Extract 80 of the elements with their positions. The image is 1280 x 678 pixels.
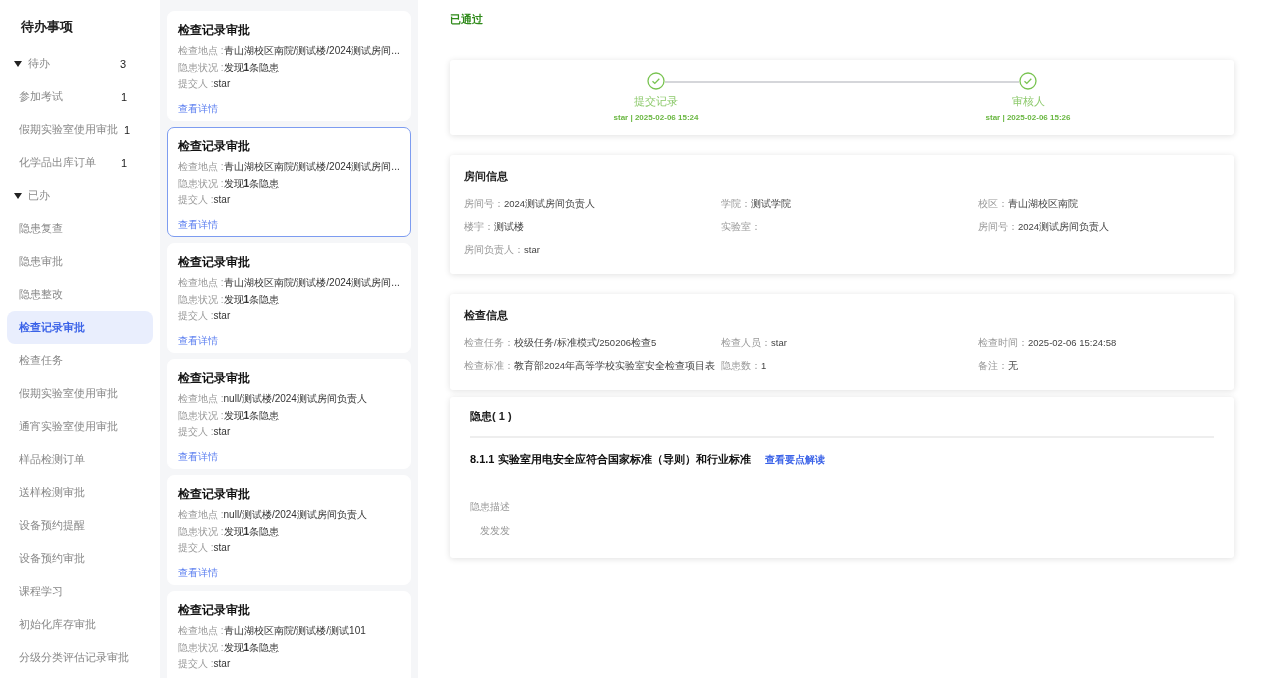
card-title: 检查记录审批 (178, 254, 251, 271)
card-field: 检查地点 :null/测试楼/2024测试房间负责人 (178, 507, 400, 524)
card-title: 检查记录审批 (178, 138, 251, 155)
card-title: 检查记录审批 (178, 602, 251, 619)
step-title: 提交记录 (634, 94, 678, 109)
card-field: 隐患状况 :发现1条隐患 (178, 639, 400, 656)
record-card[interactable]: 检查记录审批 检查地点 :null/测试楼/2024测试房间负责人 隐患状况 :发现1条隐患 提交人 :star 查看详情 (167, 359, 411, 469)
sidebar-item[interactable]: 隐患整改 (7, 278, 153, 311)
sidebar-item[interactable]: 送样检测审批 (7, 476, 153, 509)
card-field: 提交人 :star (178, 308, 400, 325)
card-field: 隐患状况 :发现1条隐患 (178, 407, 400, 424)
info-field: 检查标准：教育部2024年高等学校实验室安全检查项目表 (464, 358, 721, 374)
sidebar-item[interactable]: 假期实验室使用审批 (7, 377, 153, 410)
details-link[interactable]: 查看详情 (178, 565, 218, 580)
sidebar-item[interactable]: 通宵实验室使用审批 (7, 410, 153, 443)
group-header[interactable]: 已办 (0, 179, 160, 212)
sidebar-item[interactable]: 检查任务 (7, 344, 153, 377)
sidebar-item[interactable]: 样品检测订单 (7, 443, 153, 476)
card-title: 检查记录审批 (178, 22, 251, 39)
info-field: 备注：无 (978, 358, 1220, 374)
info-field: 检查人员：star (721, 335, 978, 351)
card-title: 检查记录审批 (178, 486, 251, 503)
sidebar-item[interactable]: 初始化库存审批 (7, 608, 153, 641)
details-link[interactable]: 查看详情 (178, 333, 218, 348)
card-title: 检查记录审批 (178, 370, 251, 387)
card-field: 提交人 :star (178, 656, 400, 673)
card-field: 检查地点 :null/测试楼/2024测试房间负责人 (178, 391, 400, 408)
sidebar-item[interactable]: 课程学习 (7, 575, 153, 608)
sidebar-item[interactable]: 设备预约审批 (7, 542, 153, 575)
info-field: 检查任务：校级任务/标准模式/250206检查5 (464, 335, 721, 351)
panel-title: 隐患( 1 ) (470, 397, 1214, 438)
sidebar-item[interactable]: 假期实验室使用审批 1 (7, 113, 153, 146)
card-field: 检查地点 :青山湖校区南院/测试楼/2024测试房间... (178, 43, 400, 60)
info-field: 房间号：2024测试房间负责人 (978, 219, 1220, 235)
card-field: 检查地点 :青山湖校区南院/测试楼/测试101 (178, 623, 400, 640)
record-card[interactable]: 检查记录审批 检查地点 :null/测试楼/2024测试房间负责人 隐患状况 :发现1条隐患 提交人 :star 查看详情 (167, 475, 411, 585)
sidebar-item[interactable]: 化学品出库订单 1 (7, 146, 153, 179)
panel-title: 房间信息 (463, 169, 509, 184)
card-field: 提交人 :star (178, 540, 400, 557)
sidebar-item[interactable]: 分级分类评估记录审批 (7, 641, 153, 674)
card-field: 提交人 :star (178, 192, 400, 209)
info-field: 检查时间：2025-02-06 15:24:58 (978, 335, 1220, 351)
info-field: 学院：测试学院 (721, 196, 978, 212)
card-field: 检查地点 :青山湖校区南院/测试楼/2024测试房间... (178, 159, 400, 176)
sidebar-title: 待办事项 (20, 18, 74, 36)
description-text: 发发发 (480, 524, 511, 538)
details-link[interactable]: 查看详情 (178, 101, 218, 116)
info-field: 校区：青山湖校区南院 (978, 196, 1220, 212)
details-link[interactable]: 查看详情 (178, 449, 218, 464)
info-field: 房间负责人：star (464, 242, 721, 258)
step-title: 审核人 (1011, 94, 1045, 109)
card-field: 检查地点 :青山湖校区南院/测试楼/2024测试房间... (178, 275, 400, 292)
sidebar-item[interactable]: 设备预约提醒 (7, 509, 153, 542)
info-field: 实验室： (721, 219, 978, 235)
sidebar-item[interactable]: 隐患复查 (7, 212, 153, 245)
record-card[interactable]: 检查记录审批 检查地点 :青山湖校区南院/测试楼/2024测试房间... 隐患状况 :发现1条隐患 提交人 :star 查看详情 (167, 243, 411, 353)
panel-title: 检查信息 (463, 308, 509, 323)
record-card[interactable]: 检查记录审批 检查地点 :青山湖校区南院/测试楼/2024测试房间... 隐患状况 :发现1条隐患 提交人 :star 查看详情 (167, 127, 411, 237)
guide-link[interactable]: 查看要点解读 (764, 452, 825, 467)
card-field: 提交人 :star (178, 424, 400, 441)
card-field: 隐患状况 :发现1条隐患 (178, 59, 400, 76)
group-header[interactable]: 待办 3 (0, 47, 160, 80)
card-field: 提交人 :star (178, 76, 400, 93)
info-field: 楼宇：测试楼 (464, 219, 721, 235)
info-field: 隐患数：1 (721, 358, 978, 374)
status-label: 已通过 (450, 12, 484, 27)
info-field: 房间号：2024测试房间负责人 (464, 196, 721, 212)
card-field: 隐患状况 :发现1条隐患 (178, 523, 400, 540)
details-link[interactable]: 查看详情 (178, 217, 218, 232)
step-detail: star | 2025-02-06 15:26 (985, 113, 1071, 122)
description-label: 隐患描述 (470, 500, 511, 514)
sidebar-item[interactable]: 参加考试 1 (7, 80, 153, 113)
sidebar-item[interactable]: 检查记录审批 (7, 311, 153, 344)
card-field: 隐患状况 :发现1条隐患 (178, 175, 400, 192)
record-card[interactable]: 检查记录审批 检查地点 :青山湖校区南院/测试楼/2024测试房间... 隐患状况 :发现1条隐患 提交人 :star 查看详情 (167, 11, 411, 121)
hazard-name: 8.1.1 实验室用电安全应符合国家标准（导则）和行业标准 (470, 452, 751, 467)
step-detail: star | 2025-02-06 15:24 (613, 113, 699, 122)
card-field: 隐患状况 :发现1条隐患 (178, 291, 400, 308)
sidebar-item[interactable]: 隐患审批 (7, 245, 153, 278)
record-card[interactable]: 检查记录审批 检查地点 :青山湖校区南院/测试楼/测试101 隐患状况 :发现1条隐患 提交人 :star (167, 591, 411, 678)
